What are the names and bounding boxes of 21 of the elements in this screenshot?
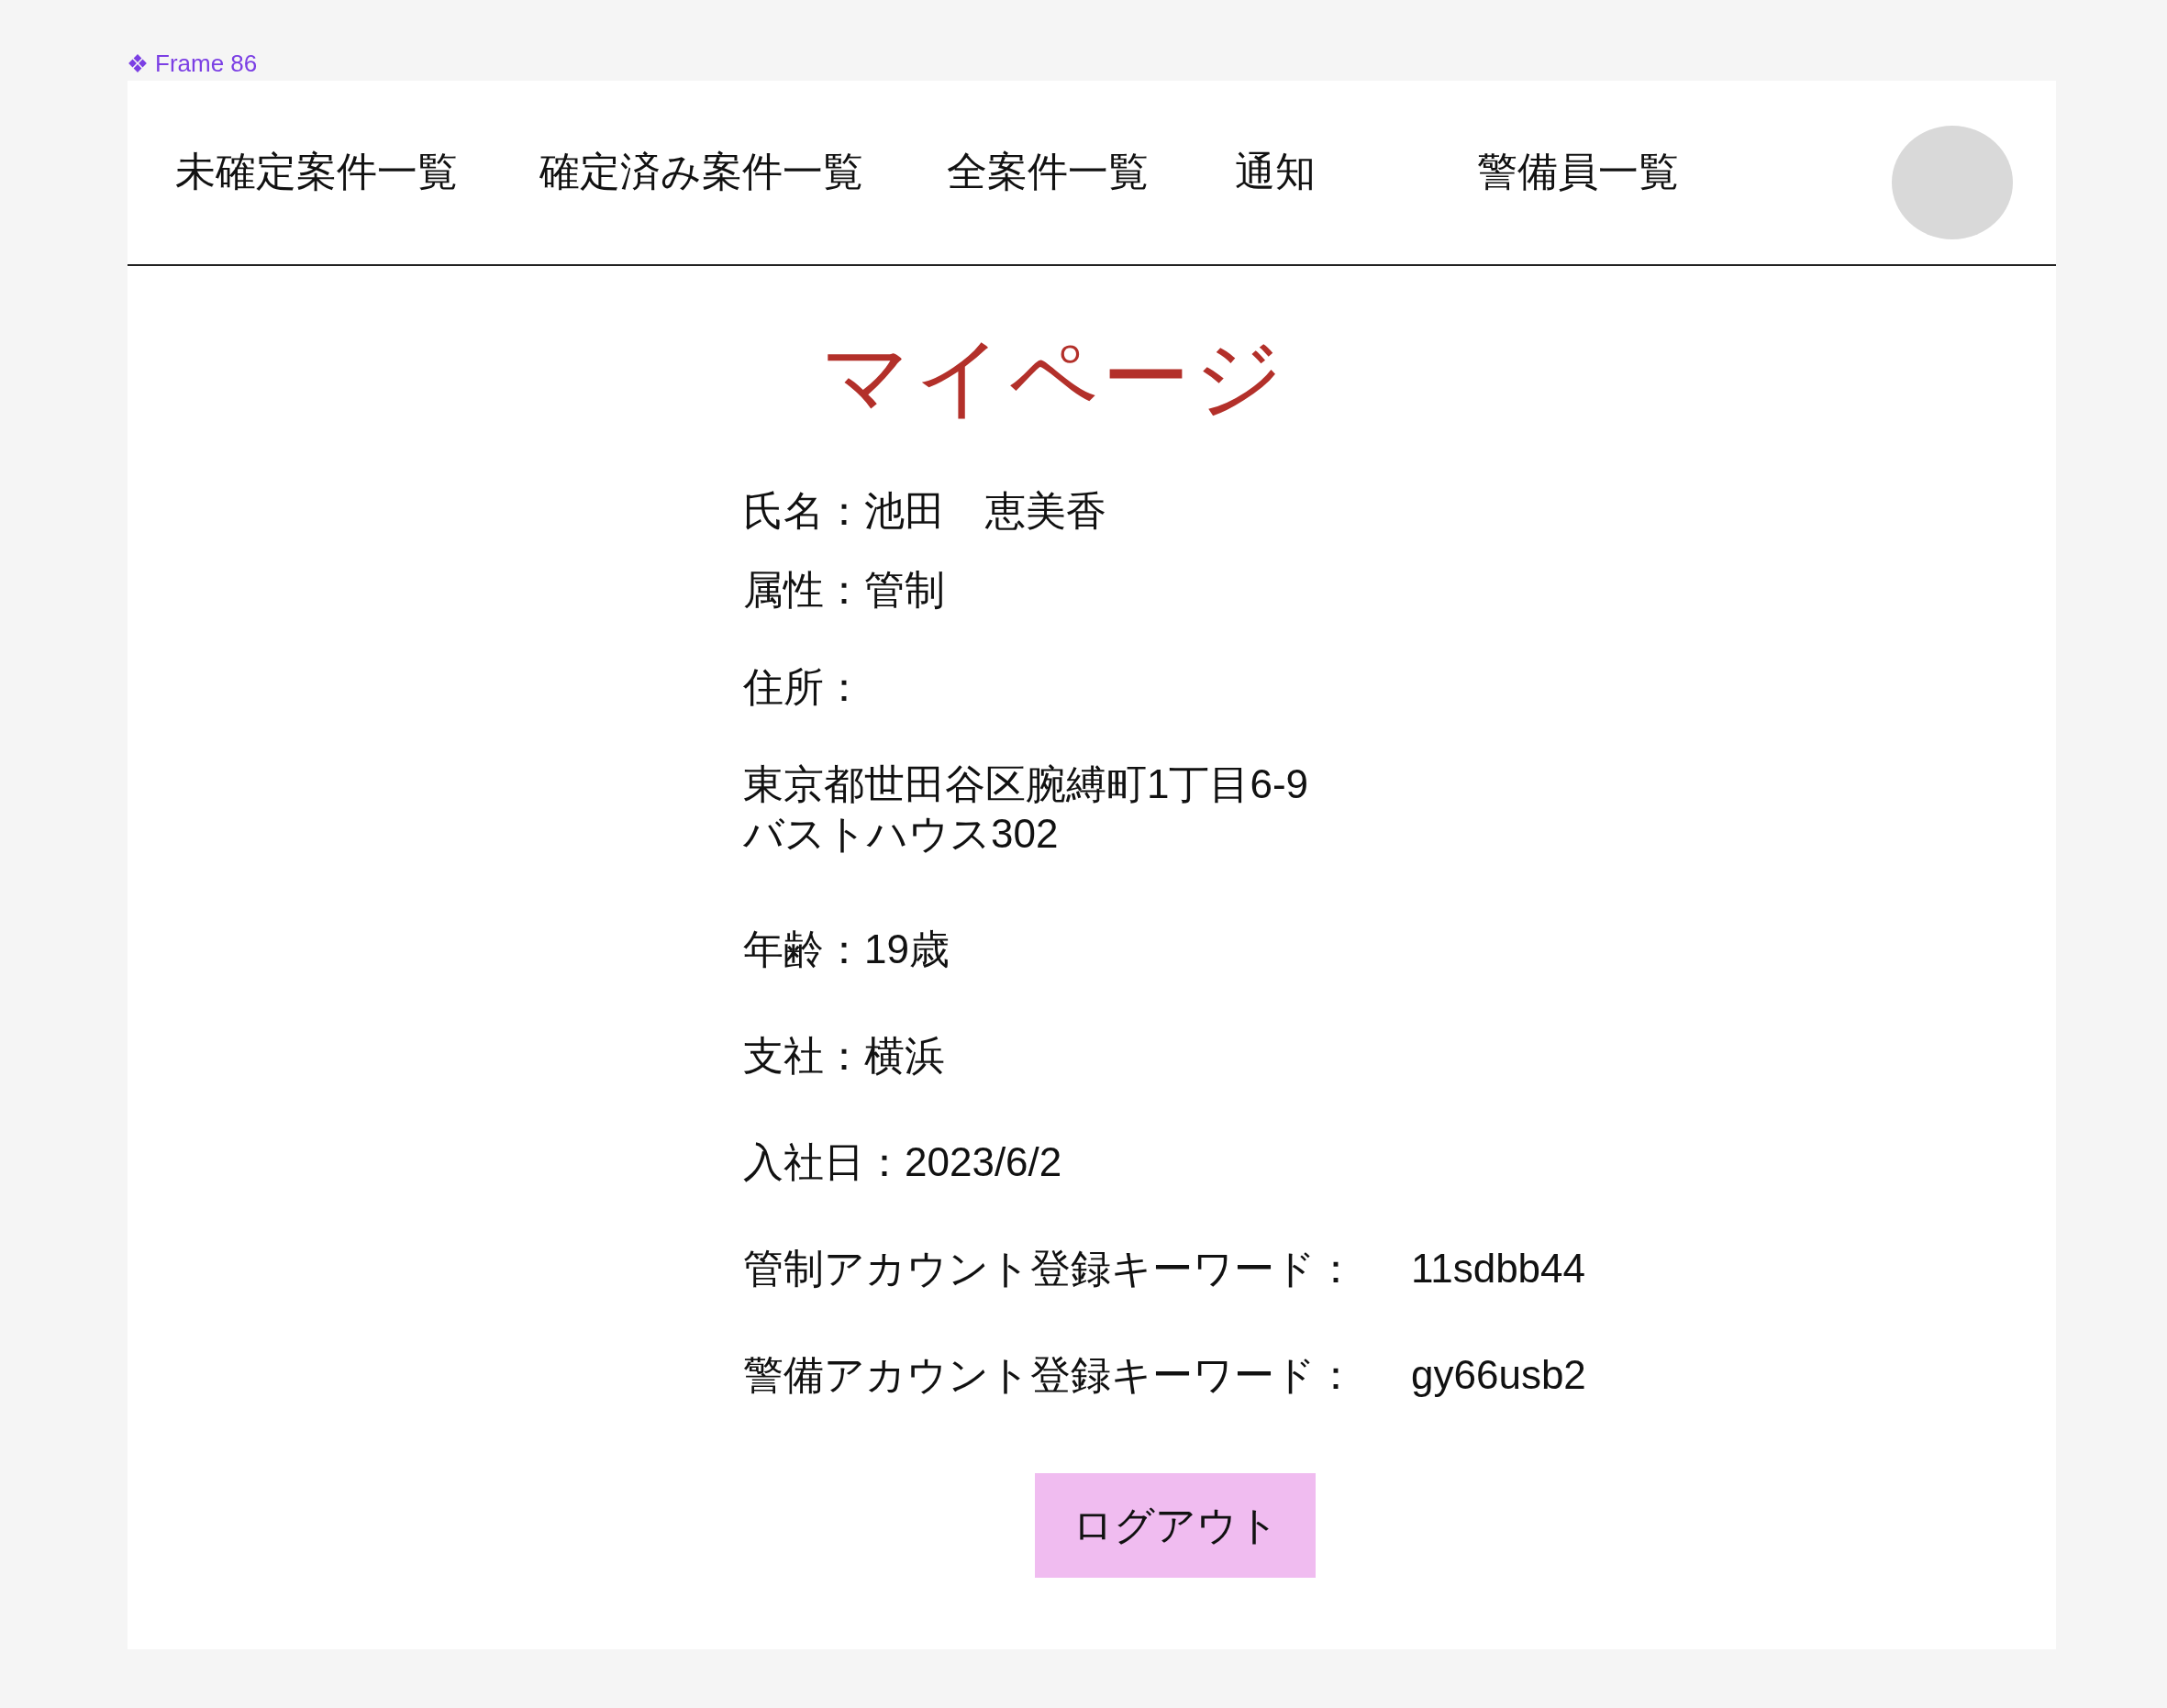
nav-link[interactable]: 全案件一覧 [947, 145, 1149, 199]
page-title: マイページ [820, 327, 1288, 427]
profile-field: 入社日：2023/6/2 [743, 1137, 2056, 1187]
logout-button[interactable]: ログアウト [1035, 1473, 1316, 1578]
nav-link[interactable]: 未確定案件一覧 [175, 145, 458, 199]
nav-link[interactable]: 警備員一覧 [1477, 145, 1679, 199]
keyword-label: 警備アカウント登録キーワード： [743, 1351, 1356, 1399]
component-icon [128, 53, 148, 73]
nav-link[interactable]: 確定済み案件一覧 [539, 145, 863, 199]
profile-field: 支社：横浜 [743, 1031, 2056, 1081]
profile-field: 住所： [743, 662, 2056, 712]
profile-field: 属性：管制 [743, 565, 2056, 615]
nav-link[interactable]: 通知 [1235, 145, 1316, 199]
address-line: 東京都世田谷区腕縛町1丁目6-9 [743, 760, 1310, 808]
keyword-label: 管制アカウント登録キーワード： [743, 1245, 1356, 1292]
profile-field: 年齢：19歳 [743, 925, 2056, 974]
address-line: バストハウス302 [743, 810, 1060, 858]
profile-field: 氏名：池田 恵美香 [743, 486, 2056, 536]
keyword-value: 11sdbb44 [1411, 1245, 1586, 1292]
frame-label: Frame 86 [155, 49, 258, 78]
keyword-value: gy66usb2 [1411, 1351, 1586, 1399]
